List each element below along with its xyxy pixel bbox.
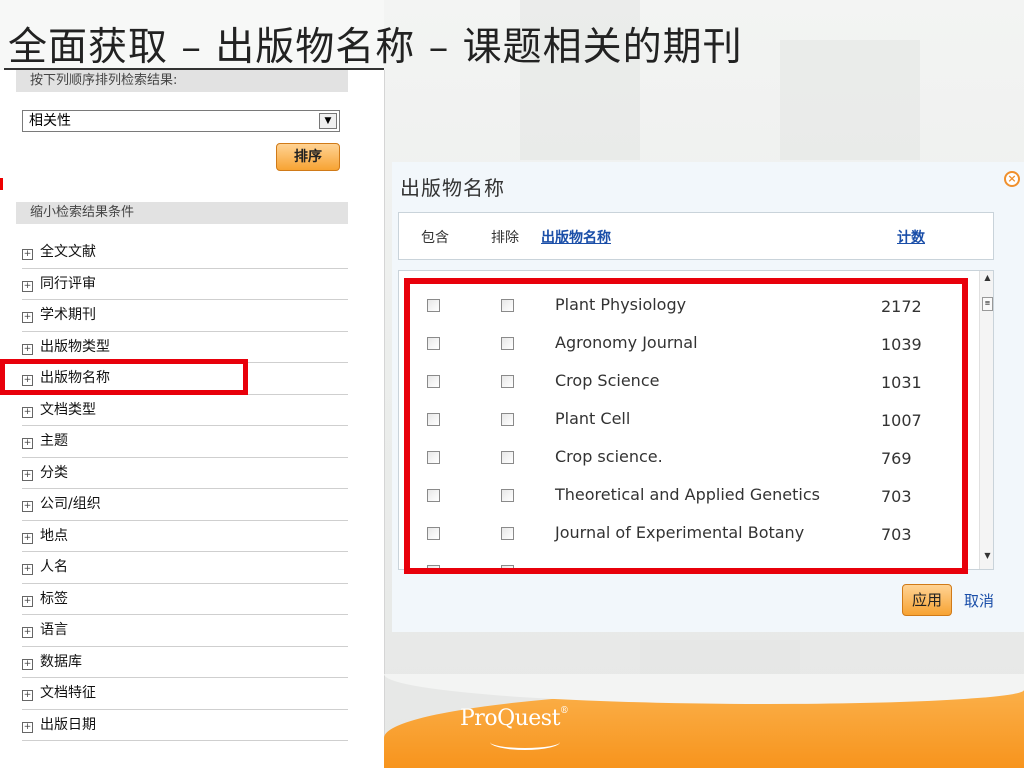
expand-icon[interactable]: + bbox=[22, 312, 33, 323]
col-name-sort-link[interactable]: 出版物名称 bbox=[541, 227, 611, 247]
expand-icon[interactable]: + bbox=[22, 469, 33, 481]
facet-item[interactable]: + 地点 bbox=[22, 521, 348, 552]
proquest-logo: ProQuest® bbox=[460, 706, 569, 731]
expand-icon[interactable]: + bbox=[22, 438, 33, 449]
dialog-header: 包含 排除 出版物名称 计数 bbox=[398, 212, 994, 260]
facet-item[interactable]: + 全文文献 bbox=[22, 237, 348, 269]
scroll-up-icon[interactable]: ▲ bbox=[980, 273, 993, 287]
chevron-down-icon[interactable]: ▼ bbox=[319, 113, 337, 129]
expand-icon[interactable]: + bbox=[22, 249, 33, 260]
scroll-down-icon[interactable]: ▼ bbox=[980, 551, 993, 565]
facet-item[interactable]: + 公司/组织 bbox=[22, 489, 348, 521]
facet-item[interactable]: + 人名 bbox=[22, 552, 348, 584]
highlight-box-list bbox=[404, 278, 968, 574]
expand-icon[interactable]: + bbox=[22, 343, 33, 355]
scroll-thumb[interactable]: ≡ bbox=[982, 297, 993, 311]
highlight-box-facet bbox=[0, 359, 248, 395]
expand-icon[interactable]: + bbox=[22, 406, 33, 418]
facet-item[interactable]: + 数据库 bbox=[22, 647, 348, 678]
col-count-sort-link[interactable]: 计数 bbox=[897, 227, 925, 247]
sort-heading: 按下列顺序排列检索结果: bbox=[16, 70, 348, 92]
dialog-title: 出版物名称 bbox=[400, 176, 505, 200]
sort-button[interactable]: 排序 bbox=[276, 143, 340, 171]
facet-item[interactable]: + 学术期刊 bbox=[22, 300, 348, 332]
expand-icon[interactable]: + bbox=[22, 627, 33, 638]
expand-icon[interactable]: + bbox=[22, 658, 33, 670]
facet-item[interactable]: + 标签 bbox=[22, 584, 348, 615]
title-underline bbox=[4, 68, 384, 70]
expand-icon[interactable]: + bbox=[22, 595, 33, 607]
facet-item[interactable]: + 文档类型 bbox=[22, 395, 348, 426]
slide-title: 全面获取 – 出版物名称 – 课题相关的期刊 bbox=[8, 25, 743, 70]
sort-select[interactable]: 相关性 ▼ bbox=[22, 110, 340, 132]
expand-icon[interactable]: + bbox=[22, 532, 33, 544]
narrow-heading: 缩小检索结果条件 bbox=[16, 202, 348, 224]
expand-icon[interactable]: + bbox=[22, 564, 33, 575]
expand-icon[interactable]: + bbox=[22, 280, 33, 292]
expand-icon[interactable]: + bbox=[22, 721, 33, 733]
close-icon[interactable]: × bbox=[1004, 171, 1020, 187]
expand-icon[interactable]: + bbox=[22, 501, 33, 512]
facet-item[interactable]: + 语言 bbox=[22, 615, 348, 647]
facet-item[interactable]: + 主题 bbox=[22, 426, 348, 458]
expand-icon[interactable]: + bbox=[22, 690, 33, 701]
col-exclude: 排除 bbox=[491, 230, 519, 246]
apply-button[interactable]: 应用 bbox=[902, 584, 952, 616]
background-tile bbox=[780, 40, 920, 160]
edge-marker bbox=[0, 178, 3, 190]
col-include: 包含 bbox=[421, 230, 449, 246]
sort-select-value: 相关性 bbox=[29, 113, 71, 129]
facet-list: + 全文文献 + 同行评审 + 学术期刊 + 出版物类型 + 出版物名称 + 文档类型 + 主… bbox=[22, 237, 348, 741]
facet-item[interactable]: + 同行评审 bbox=[22, 269, 348, 300]
facet-item[interactable]: + 文档特征 bbox=[22, 678, 348, 710]
cancel-link[interactable]: 取消 bbox=[964, 590, 994, 611]
scrollbar[interactable]: ▲ ≡ ▼ bbox=[979, 271, 993, 569]
facet-item[interactable]: + 出版日期 bbox=[22, 710, 348, 741]
facet-item[interactable]: + 分类 bbox=[22, 458, 348, 489]
logo-swoosh bbox=[490, 734, 560, 750]
